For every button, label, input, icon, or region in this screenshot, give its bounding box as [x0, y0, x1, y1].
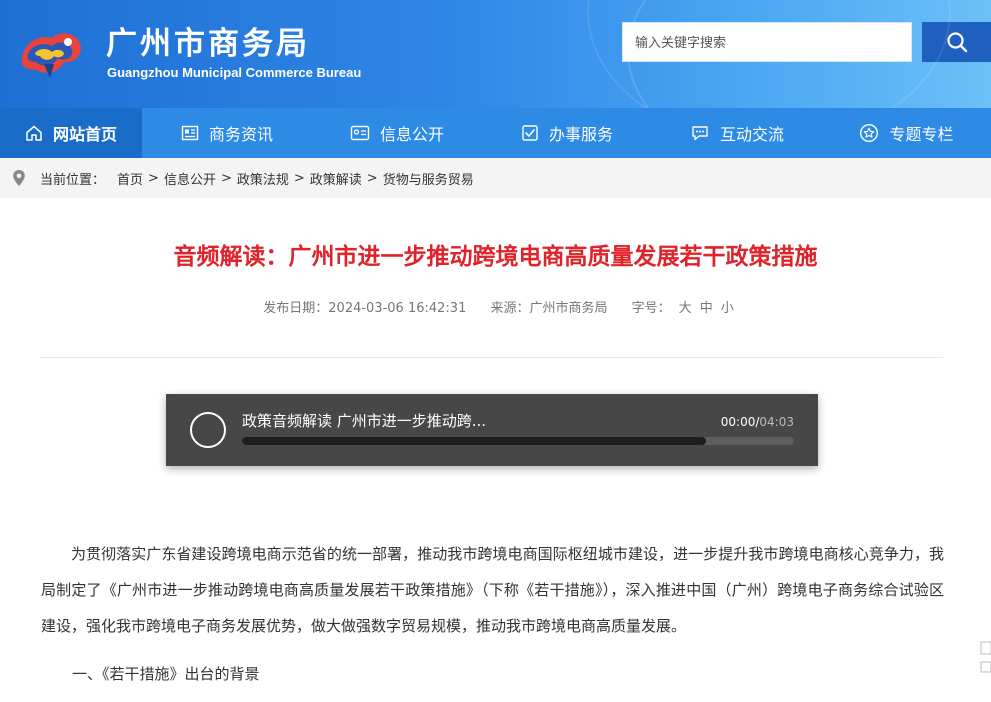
title-divider — [40, 357, 943, 358]
breadcrumb-label: 当前位置： — [40, 172, 106, 188]
article-title: 音频解读：广州市进一步推动跨境电商高质量发展若干政策措施 — [173, 244, 818, 270]
search-button[interactable] — [922, 22, 991, 62]
info-card-icon — [350, 125, 370, 141]
play-button[interactable] — [190, 412, 226, 448]
bureau-logo-icon[interactable] — [14, 24, 86, 82]
duration: 04:03 — [759, 415, 794, 429]
search-icon — [946, 32, 967, 53]
main-nav: 网站首页 商务资讯 信息公开 办事服务 互动交流 专题专栏 — [0, 108, 991, 158]
publish-date: 发布日期：2024-03-06 16:42:31 — [263, 301, 467, 316]
nav-item-news[interactable]: 商务资讯 — [142, 108, 312, 158]
nav-item-interaction[interactable]: 互动交流 — [652, 108, 822, 158]
audio-progress-bar[interactable] — [242, 437, 794, 445]
article-body: 为贯彻落实广东省建设跨境电商示范省的统一部署，推动我市跨境电商国际枢纽城市建设，… — [41, 536, 944, 644]
breadcrumb-separator: > — [148, 170, 159, 186]
star-icon — [860, 123, 879, 143]
side-float-icon — [980, 641, 991, 673]
nav-item-label: 网站首页 — [52, 125, 117, 144]
audio-time: 00:00/04:03 — [721, 413, 794, 431]
breadcrumb-link-home[interactable]: 首页 — [117, 169, 143, 188]
audio-title: 政策音频解读 广州市进一步推动跨... — [242, 412, 487, 430]
body-paragraph: 为贯彻落实广东省建设跨境电商示范省的统一部署，推动我市跨境电商国际枢纽城市建设，… — [41, 545, 944, 635]
breadcrumb-separator: > — [366, 170, 378, 186]
current-time: 00:00 — [720, 415, 756, 429]
site-header: 广州市商务局 Guangzhou Municipal Commerce Bure… — [0, 0, 991, 108]
font-size-large[interactable]: 大 — [679, 301, 692, 316]
breadcrumb-separator: > — [220, 170, 232, 186]
nav-item-services[interactable]: 办事服务 — [482, 108, 652, 158]
checkbox-icon — [522, 125, 538, 141]
nav-item-special-topics[interactable]: 专题专栏 — [822, 108, 991, 158]
breadcrumb-link-trade[interactable]: 货物与服务贸易 — [383, 169, 474, 188]
side-float-widget[interactable] — [980, 636, 991, 685]
home-icon — [26, 125, 42, 141]
site-subtitle: Guangzhou Municipal Commerce Bureau — [107, 65, 362, 80]
article-source: 来源：广州市商务局 — [490, 301, 608, 316]
search-input[interactable] — [622, 22, 912, 62]
nav-item-label: 专题专栏 — [889, 125, 954, 144]
nav-item-label: 办事服务 — [548, 125, 613, 144]
article-meta: 发布日期：2024-03-06 16:42:31 来源：广州市商务局 字号： 大中… — [0, 299, 991, 319]
news-icon — [181, 125, 199, 141]
location-pin-icon — [13, 170, 25, 186]
nav-item-home[interactable]: 网站首页 — [0, 108, 142, 158]
chat-icon — [692, 126, 708, 141]
audio-player: 政策音频解读 广州市进一步推动跨... 00:00/04:03 — [166, 394, 818, 466]
font-size-label: 字号： — [631, 301, 671, 316]
breadcrumb-separator: > — [293, 170, 305, 186]
breadcrumb-link-policy-interpretation[interactable]: 政策解读 — [310, 169, 362, 188]
font-size-medium[interactable]: 中 — [700, 301, 713, 316]
font-size-small[interactable]: 小 — [721, 301, 734, 316]
breadcrumb-link-info-disclosure[interactable]: 信息公开 — [164, 169, 216, 188]
breadcrumb: 当前位置： 首页 > 信息公开 > 政策法规 > 政策解读 > 货物与服务贸易 — [0, 158, 991, 198]
nav-item-info-disclosure[interactable]: 信息公开 — [312, 108, 482, 158]
section-heading: 一、《若干措施》出台的背景 — [72, 665, 260, 683]
audio-progress-fill — [242, 437, 706, 445]
nav-item-label: 信息公开 — [379, 125, 444, 144]
site-title: 广州市商务局 — [106, 26, 310, 62]
nav-item-label: 互动交流 — [719, 125, 784, 144]
breadcrumb-link-policies[interactable]: 政策法规 — [237, 169, 289, 188]
nav-item-label: 商务资讯 — [208, 125, 273, 144]
